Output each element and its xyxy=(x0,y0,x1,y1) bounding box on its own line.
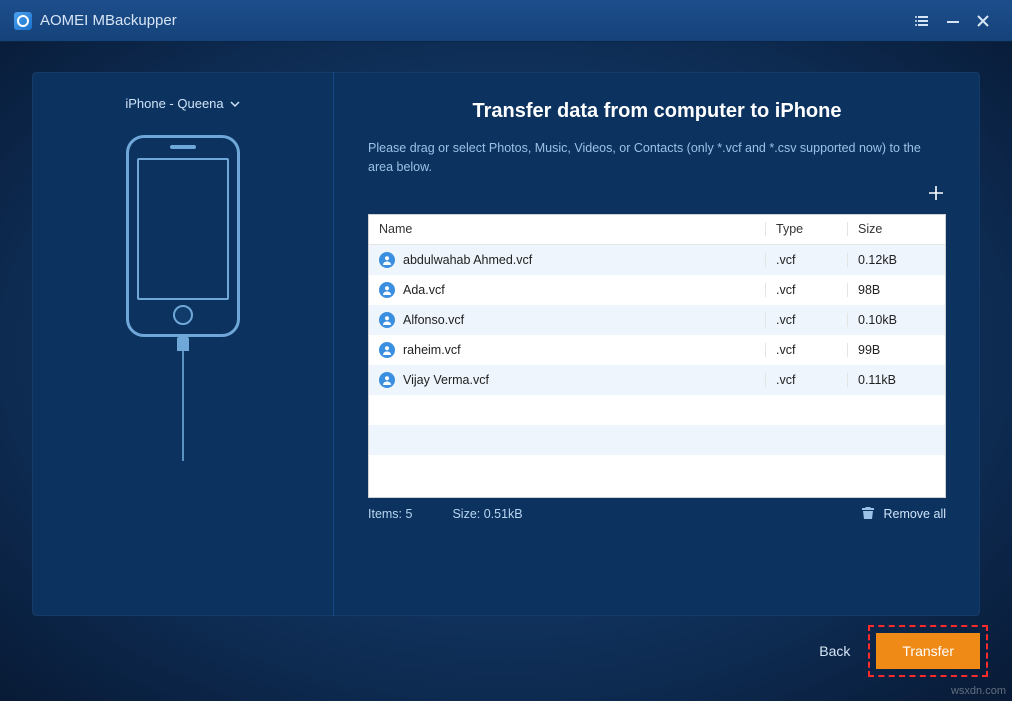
phone-icon xyxy=(126,135,240,337)
main-panel: iPhone - Queena Transfer data from compu… xyxy=(32,72,980,616)
contact-icon xyxy=(379,312,395,328)
back-button[interactable]: Back xyxy=(819,643,850,659)
file-type: .vcf xyxy=(765,253,847,267)
chevron-down-icon xyxy=(230,99,240,109)
close-button[interactable] xyxy=(968,6,998,36)
device-illustration xyxy=(126,135,240,461)
app-window: AOMEI MBackupper iPhone - Queena xyxy=(0,0,1012,701)
table-row-empty xyxy=(369,425,945,455)
total-size: Size: 0.51kB xyxy=(452,507,522,521)
file-size: 0.11kB xyxy=(847,373,945,387)
app-logo-icon xyxy=(14,12,32,30)
header-type[interactable]: Type xyxy=(765,222,847,236)
remove-all-link[interactable]: Remove all xyxy=(883,507,946,521)
add-files-button[interactable] xyxy=(926,183,946,208)
title-bar: AOMEI MBackupper xyxy=(0,0,1012,42)
file-size: 99B xyxy=(847,343,945,357)
file-name: raheim.vcf xyxy=(403,343,461,357)
list-icon xyxy=(915,13,931,29)
device-pane: iPhone - Queena xyxy=(32,72,334,616)
contact-icon xyxy=(379,372,395,388)
file-name: Alfonso.vcf xyxy=(403,313,464,327)
contact-icon xyxy=(379,282,395,298)
file-type: .vcf xyxy=(765,373,847,387)
file-size: 0.10kB xyxy=(847,313,945,327)
menu-list-button[interactable] xyxy=(908,6,938,36)
device-label: iPhone - Queena xyxy=(125,96,223,111)
transfer-highlight: Transfer xyxy=(868,625,988,677)
trash-icon xyxy=(861,506,875,520)
contact-icon xyxy=(379,342,395,358)
file-size: 0.12kB xyxy=(847,253,945,267)
table-body: abdulwahab Ahmed.vcf .vcf 0.12kB Ada.vcf… xyxy=(369,245,945,485)
file-size: 98B xyxy=(847,283,945,297)
file-type: .vcf xyxy=(765,313,847,327)
app-title: AOMEI MBackupper xyxy=(40,12,177,29)
file-type: .vcf xyxy=(765,283,847,297)
device-selector[interactable]: iPhone - Queena xyxy=(125,96,239,111)
table-row[interactable]: raheim.vcf .vcf 99B xyxy=(369,335,945,365)
remove-all-icon-button[interactable] xyxy=(861,506,875,523)
file-name: abdulwahab Ahmed.vcf xyxy=(403,253,532,267)
page-subtext: Please drag or select Photos, Music, Vid… xyxy=(368,139,946,177)
table-row[interactable]: abdulwahab Ahmed.vcf .vcf 0.12kB xyxy=(369,245,945,275)
table-row-empty xyxy=(369,455,945,485)
table-header: Name Type Size xyxy=(369,215,945,245)
close-icon xyxy=(975,13,991,29)
table-row[interactable]: Vijay Verma.vcf .vcf 0.11kB xyxy=(369,365,945,395)
transfer-pane: Transfer data from computer to iPhone Pl… xyxy=(334,72,980,616)
file-name: Ada.vcf xyxy=(403,283,445,297)
status-row: Items: 5 Size: 0.51kB Remove all xyxy=(368,506,946,523)
watermark: wsxdn.com xyxy=(951,685,1006,697)
footer-actions: Back Transfer xyxy=(819,625,988,677)
table-row[interactable]: Ada.vcf .vcf 98B xyxy=(369,275,945,305)
page-title: Transfer data from computer to iPhone xyxy=(368,100,946,123)
items-count: Items: 5 xyxy=(368,507,412,521)
minimize-button[interactable] xyxy=(938,6,968,36)
file-type: .vcf xyxy=(765,343,847,357)
transfer-button[interactable]: Transfer xyxy=(876,633,980,669)
table-row-empty xyxy=(369,395,945,425)
file-table: Name Type Size abdulwahab Ahmed.vcf .vcf… xyxy=(368,214,946,498)
minimize-icon xyxy=(945,13,961,29)
table-row[interactable]: Alfonso.vcf .vcf 0.10kB xyxy=(369,305,945,335)
header-name[interactable]: Name xyxy=(369,222,765,236)
contact-icon xyxy=(379,252,395,268)
header-size[interactable]: Size xyxy=(847,222,945,236)
file-name: Vijay Verma.vcf xyxy=(403,373,489,387)
plus-icon xyxy=(926,183,946,203)
